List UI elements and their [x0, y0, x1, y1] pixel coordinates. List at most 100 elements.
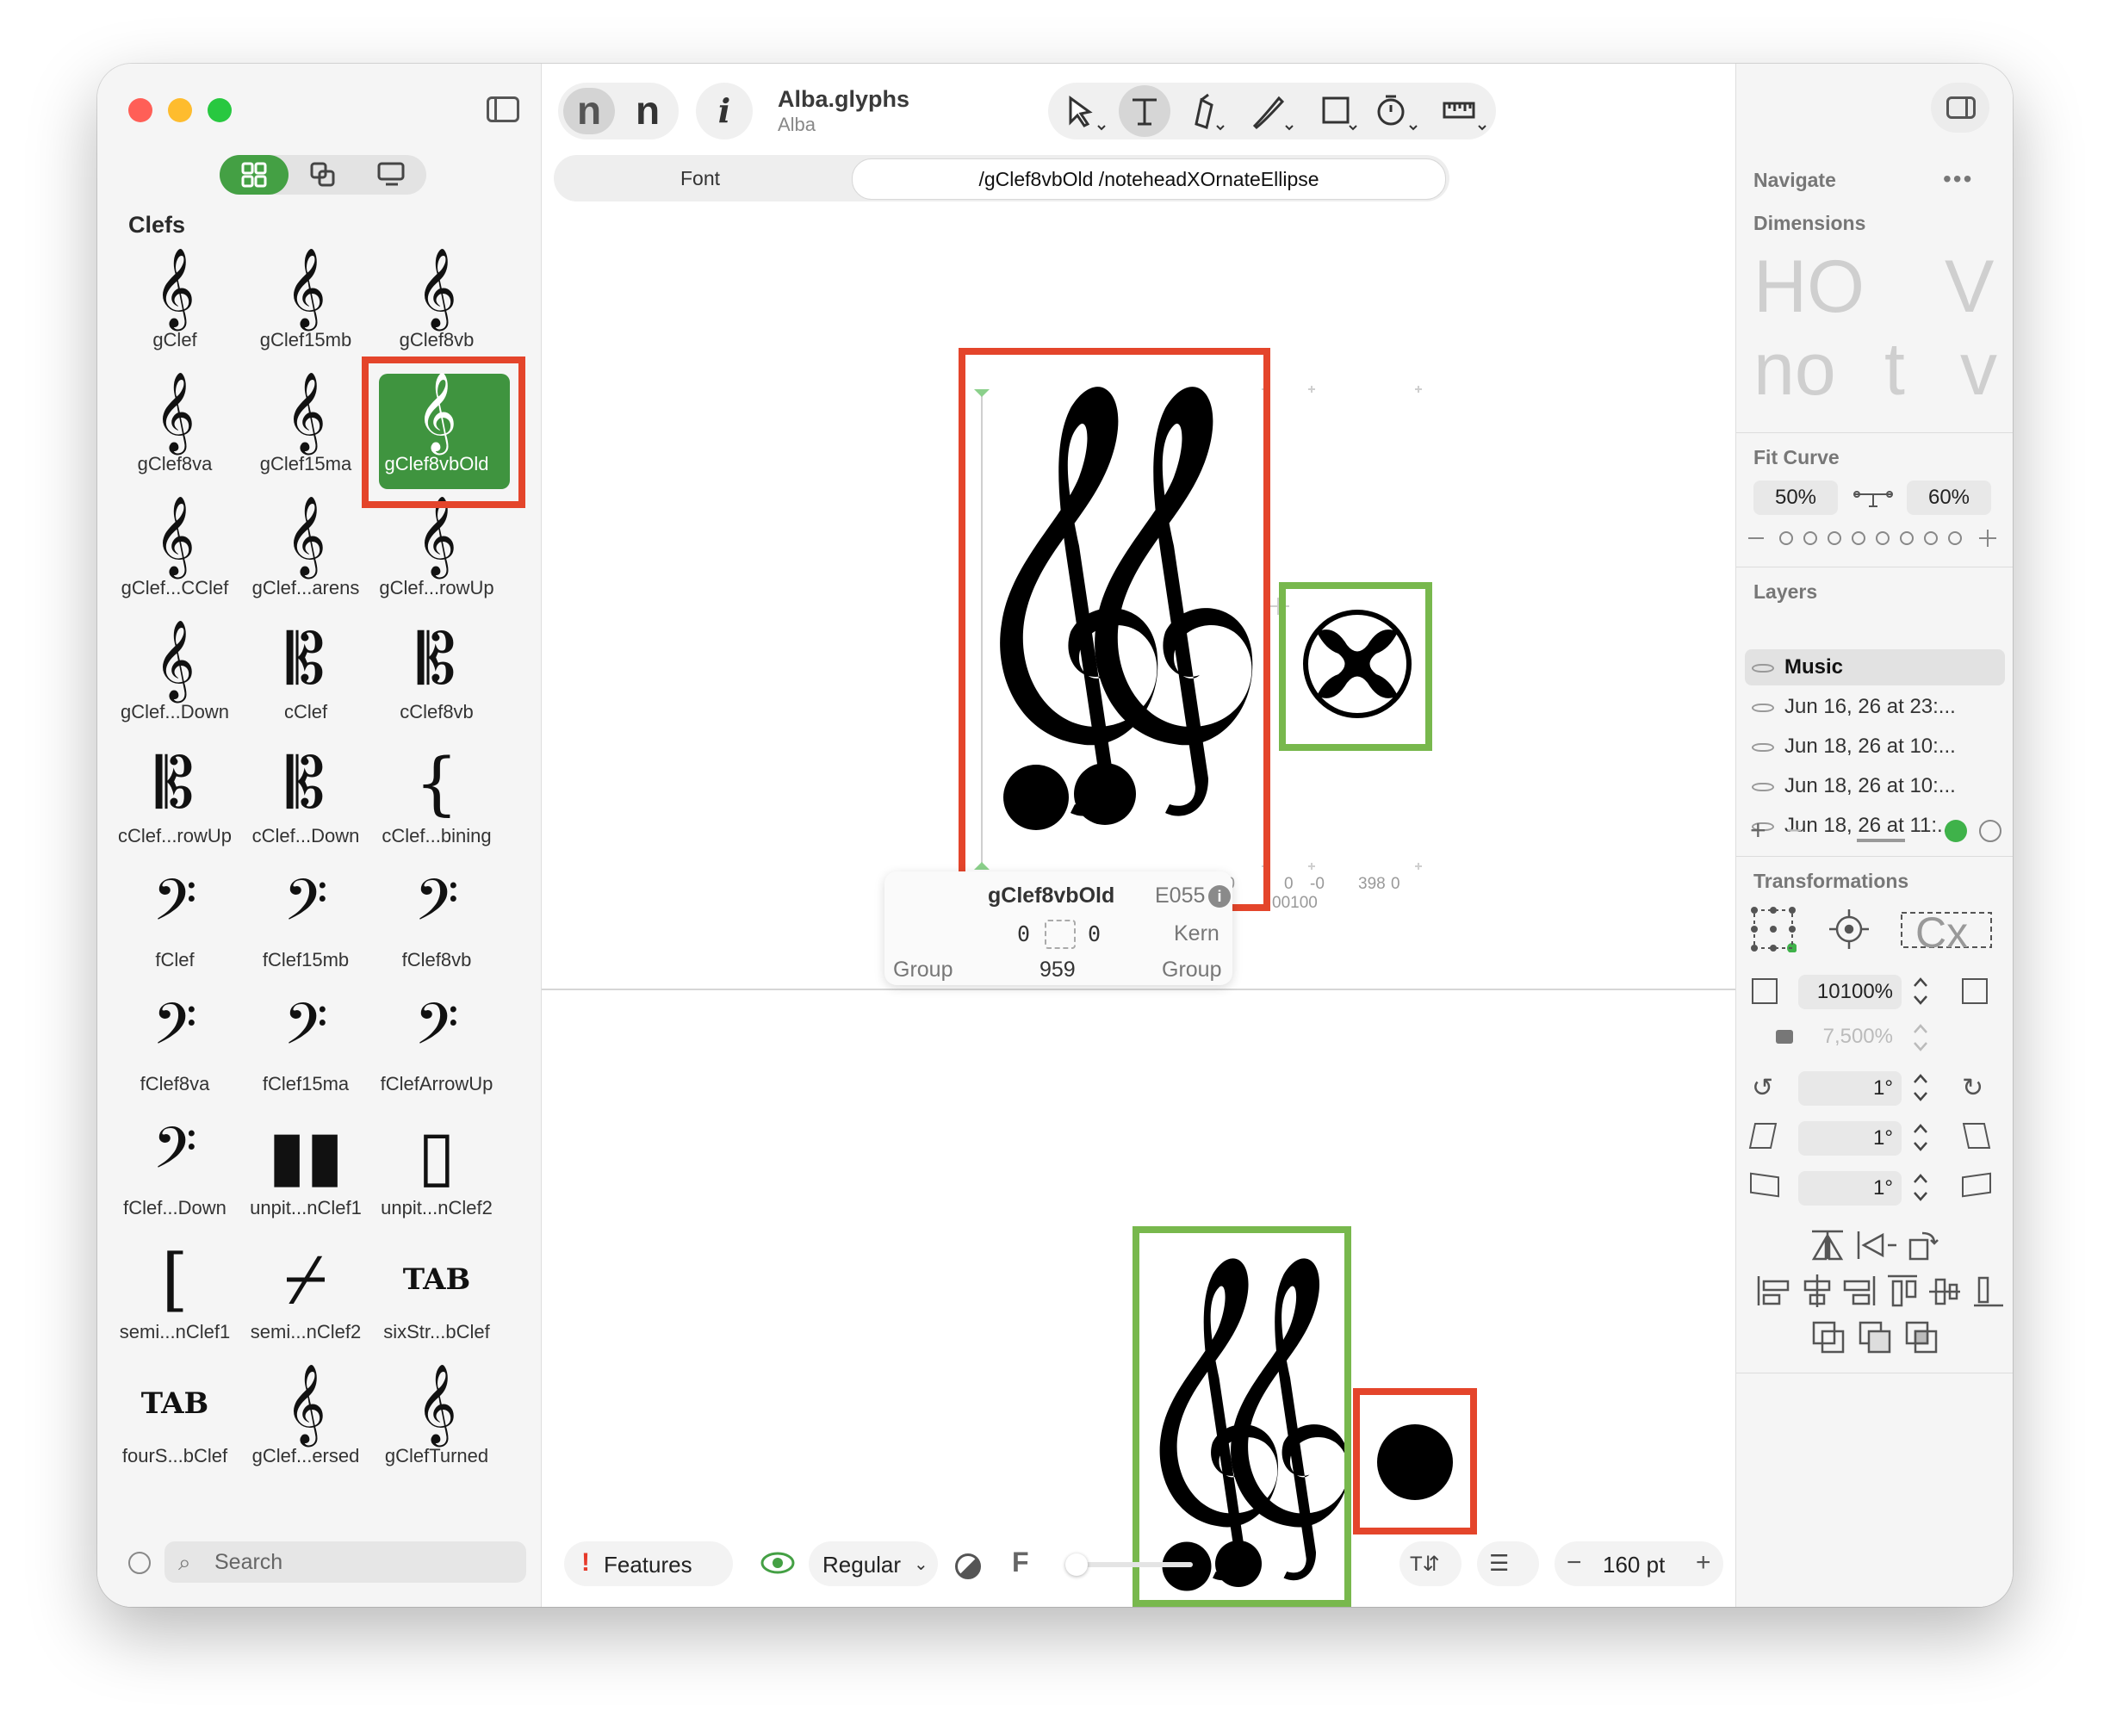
selection-bounds-icon[interactable]: Cx [1896, 902, 2000, 957]
glyph-cell[interactable]: 𝄞 gClef8vb [372, 245, 501, 365]
scale-stepper[interactable] [1910, 971, 1931, 1011]
rotate-field[interactable]: 1° [1798, 1071, 1902, 1106]
glyph-cell[interactable]: 𝄡 cClef...rowUp [110, 741, 239, 861]
right-group-field[interactable]: Group [1162, 958, 1221, 983]
preview-filled-button[interactable]: n [622, 88, 673, 134]
fit-curve-max-field[interactable]: 60% [1907, 480, 1991, 515]
minimize-window-button[interactable] [168, 98, 192, 122]
glyph-cell[interactable]: 𝄞 gClef...ersed [241, 1361, 370, 1481]
glyph-cell[interactable]: {cClef...bining [372, 741, 501, 861]
glyph-cell[interactable]: 𝄢 fClef15mb [241, 865, 370, 985]
glyph-cell[interactable]: 𝄞 gClef...Down [110, 617, 239, 737]
glyph-cell[interactable]: 𝄡 cClef...Down [241, 741, 370, 861]
layer-options-button[interactable] [1857, 839, 1905, 842]
rotate-cw-icon[interactable]: ↻ [1962, 1073, 1983, 1103]
glyph-cell[interactable]: 𝄞 gClef8va [110, 369, 239, 489]
glyph-name-field[interactable]: gClef8vbOld [988, 884, 1114, 908]
inspector-toggle-button[interactable] [1931, 83, 1989, 133]
layer-row[interactable]: Jun 16, 26 at 23:... [1745, 689, 2005, 725]
more-icon[interactable]: ••• [1943, 165, 1973, 193]
transform-origin-grid-icon[interactable] [1750, 906, 1797, 953]
filter-icon[interactable] [128, 1552, 151, 1574]
link-metrics-icon[interactable] [1045, 920, 1076, 949]
layer-visibility-icon[interactable] [1752, 782, 1774, 791]
layer-row[interactable]: Jun 18, 26 at 10:... [1745, 768, 2005, 804]
skew-down-icon[interactable] [1750, 1172, 1779, 1198]
close-window-button[interactable] [128, 98, 152, 122]
eye-icon[interactable] [760, 1550, 795, 1576]
scale-up-icon[interactable] [1962, 978, 1988, 1004]
glyph-cell[interactable]: 𝄞 gClef...CClef [110, 493, 239, 613]
f-toggle[interactable]: F [1012, 1547, 1029, 1578]
list-view-button[interactable] [357, 155, 426, 195]
width-field[interactable]: 959 [1039, 958, 1076, 983]
font-size-value[interactable]: 160 pt [1603, 1552, 1665, 1578]
slider-thumb[interactable] [1065, 1553, 1088, 1576]
glyph-cell[interactable]: 𝄞 gClefTurned [372, 1361, 501, 1481]
glyph-cell[interactable]: 𝄢 fClefArrowUp [372, 989, 501, 1109]
skew-stepper[interactable] [1910, 1168, 1931, 1207]
rotate-ccw-icon[interactable]: ↺ [1752, 1073, 1773, 1103]
rsb2b-metric[interactable]: 0 [1391, 875, 1400, 894]
glyph-cell[interactable]: 𝄞 gClef15mb [241, 245, 370, 365]
scale-locked-stepper[interactable] [1910, 1018, 1931, 1057]
decrease-size-button[interactable]: − [1567, 1548, 1582, 1578]
lsb-field[interactable]: 0 [1017, 921, 1030, 946]
glyph-cell[interactable]: 𝄢 fClef...Down [110, 1113, 239, 1233]
features-button[interactable]: ! Features [564, 1541, 733, 1586]
preview-size-slider[interactable] [1065, 1553, 1193, 1576]
preview-divider[interactable] [542, 989, 1735, 990]
layer-visibility-icon[interactable] [1752, 703, 1774, 712]
glyph-cell[interactable]: 𝄞 gClef [110, 245, 239, 365]
contrast-icon[interactable] [955, 1553, 981, 1579]
glyph-cell[interactable]: ▮▮ unpit...nClef1 [241, 1113, 370, 1233]
glyph-cell[interactable]: 𝄡 cClef [241, 617, 370, 737]
fit-curve-presets[interactable] [1747, 525, 2005, 551]
slant-field[interactable]: 1° [1798, 1121, 1902, 1156]
glyph-cell[interactable]: ⌿ semi...nClef2 [241, 1237, 370, 1357]
crosshair-icon[interactable] [1828, 908, 1871, 951]
glyph-cell[interactable]: 𝄞 gClef15ma [241, 369, 370, 489]
glyph-cell[interactable]: TAB fourS...bClef [110, 1361, 239, 1481]
master-select[interactable]: Regular ⌄ [809, 1541, 938, 1586]
components-view-button[interactable] [289, 155, 357, 195]
fit-curve-min-field[interactable]: 50% [1753, 480, 1838, 515]
layer-row[interactable]: Jun 18, 26 at 10:... [1745, 728, 2005, 765]
left-group-field[interactable]: Group [893, 958, 953, 983]
lsb2-metric[interactable]: 0 [1284, 875, 1294, 894]
layer-visibility-icon[interactable] [1752, 742, 1774, 752]
alignment-button[interactable]: ☰ [1477, 1541, 1539, 1586]
info-circle-icon[interactable]: i [1208, 885, 1231, 908]
slant-stepper[interactable] [1910, 1118, 1931, 1157]
glyph-cell[interactable]: [semi...nClef1 [110, 1237, 239, 1357]
remove-layer-button[interactable]: − [1786, 815, 1803, 846]
tab-font[interactable]: Font [554, 155, 847, 202]
preview-outline-button[interactable]: n [563, 88, 615, 134]
glyph-cell[interactable]: TAB sixStr...bClef [372, 1237, 501, 1357]
add-layer-button[interactable]: + [1750, 815, 1766, 846]
slant-left-icon[interactable] [1748, 1123, 1778, 1149]
slant-right-icon[interactable] [1962, 1123, 1991, 1149]
layer-visibility-icon[interactable] [1752, 663, 1774, 673]
scale-field[interactable]: 10100% [1798, 975, 1902, 1009]
glyph-cell[interactable]: 𝄡 cClef8vb [372, 617, 501, 737]
sub-metric[interactable]: 00100 [1272, 894, 1318, 913]
layer-row[interactable]: Music [1745, 649, 2005, 685]
layer-filter-icon[interactable] [1945, 820, 1967, 842]
skew-field[interactable]: 1° [1798, 1171, 1902, 1206]
sidebar-toggle-icon[interactable] [487, 96, 519, 122]
layer-more-icon[interactable] [1979, 820, 2001, 842]
advance2-metric[interactable]: 398 [1358, 875, 1386, 894]
glyph-cell[interactable]: 𝄞 gClef...arens [241, 493, 370, 613]
glyph-cell[interactable]: 𝄢 fClef8va [110, 989, 239, 1109]
lock-icon[interactable] [1776, 1030, 1793, 1044]
increase-size-button[interactable]: + [1696, 1548, 1711, 1578]
rsb2-metric[interactable]: -0 [1310, 875, 1325, 894]
scale-locked-field[interactable]: 7,500% [1798, 1020, 1902, 1054]
glyph-cell[interactable]: 𝄢 fClef8vb [372, 865, 501, 985]
info-button[interactable]: i [696, 83, 753, 140]
skew-up-icon[interactable] [1962, 1172, 1991, 1198]
grid-view-button[interactable] [220, 155, 289, 195]
glyph-cell[interactable]: 𝄢 fClef [110, 865, 239, 985]
glyph-cell[interactable]: 𝄞 gClef...rowUp [372, 493, 501, 613]
